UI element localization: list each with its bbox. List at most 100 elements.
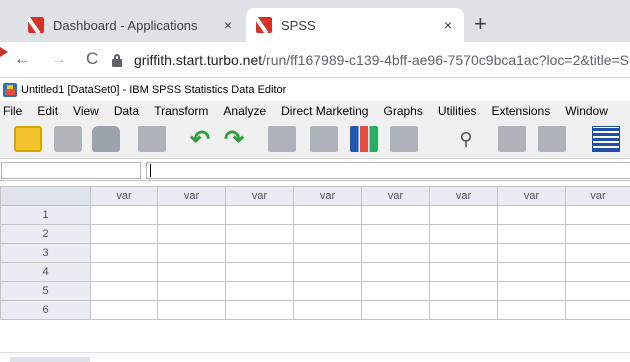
data-cell[interactable] (429, 243, 498, 263)
column-header[interactable]: var (293, 186, 362, 206)
table-row: 3 (0, 243, 630, 263)
variables-icon[interactable] (350, 126, 378, 152)
close-icon[interactable]: × (220, 17, 236, 33)
menu-data[interactable]: Data (114, 104, 139, 118)
data-cell[interactable] (429, 281, 498, 301)
data-cell[interactable] (497, 300, 566, 320)
data-cell[interactable] (565, 300, 630, 320)
data-cell[interactable] (293, 262, 362, 282)
data-cell[interactable] (361, 243, 430, 263)
data-cell[interactable] (90, 300, 158, 320)
menu-direct-marketing[interactable]: Direct Marketing (281, 104, 368, 118)
value-labels-icon[interactable] (592, 126, 620, 152)
menu-transform[interactable]: Transform (154, 104, 208, 118)
data-cell[interactable] (293, 243, 362, 263)
data-cell[interactable] (497, 224, 566, 244)
menu-graphs[interactable]: Graphs (383, 104, 422, 118)
data-cell[interactable] (157, 281, 226, 301)
row-number[interactable]: 6 (0, 300, 91, 320)
column-header[interactable]: var (497, 186, 566, 206)
data-cell[interactable] (157, 243, 226, 263)
data-cell[interactable] (497, 262, 566, 282)
data-cell[interactable] (361, 281, 430, 301)
data-cell[interactable] (429, 224, 498, 244)
column-header[interactable]: var (90, 186, 158, 206)
column-header[interactable]: var (565, 186, 630, 206)
forward-arrow-icon[interactable]: → (50, 49, 67, 69)
tab-dashboard-applications[interactable]: Dashboard - Applications × (18, 8, 244, 42)
new-tab-button[interactable]: + (474, 13, 487, 35)
dialog-recall-icon[interactable] (138, 126, 166, 152)
go-to-variable-icon[interactable] (310, 126, 338, 152)
data-cell[interactable] (429, 300, 498, 320)
data-cell[interactable] (565, 281, 630, 301)
data-cell[interactable] (361, 300, 430, 320)
data-cell[interactable] (497, 205, 566, 225)
data-cell[interactable] (225, 262, 294, 282)
data-cell[interactable] (293, 300, 362, 320)
data-cell[interactable] (565, 262, 630, 282)
data-cell[interactable] (90, 281, 158, 301)
data-cell[interactable] (157, 300, 226, 320)
row-number[interactable]: 5 (0, 281, 91, 301)
menu-file[interactable]: File (3, 104, 22, 118)
open-folder-icon[interactable] (14, 126, 42, 152)
data-cell[interactable] (225, 205, 294, 225)
menu-view[interactable]: View (73, 104, 99, 118)
data-cell[interactable] (157, 205, 226, 225)
undo-icon[interactable]: ↶ (186, 126, 214, 153)
go-to-case-icon[interactable] (268, 126, 296, 152)
insert-cases-icon[interactable] (498, 126, 526, 152)
menu-window[interactable]: Window (565, 104, 608, 118)
column-header[interactable]: var (429, 186, 498, 206)
data-cell[interactable] (90, 205, 158, 225)
split-file-icon[interactable] (390, 126, 418, 152)
tab-spss[interactable]: SPSS × (246, 8, 464, 42)
data-cell[interactable] (90, 262, 158, 282)
data-cell[interactable] (565, 243, 630, 263)
insert-variable-icon[interactable] (538, 126, 566, 152)
data-cell[interactable] (361, 224, 430, 244)
row-number[interactable]: 2 (0, 224, 91, 244)
data-cell[interactable] (225, 243, 294, 263)
data-cell[interactable] (429, 205, 498, 225)
cell-reference-field[interactable] (1, 162, 141, 179)
reload-icon[interactable]: C (86, 49, 98, 69)
grid-corner[interactable] (0, 186, 91, 206)
find-icon[interactable]: ⚲ (452, 126, 480, 152)
data-cell[interactable] (157, 262, 226, 282)
data-cell[interactable] (293, 205, 362, 225)
print-icon[interactable] (92, 126, 120, 152)
data-cell[interactable] (565, 205, 630, 225)
data-cell[interactable] (225, 300, 294, 320)
data-cell[interactable] (565, 224, 630, 244)
data-cell[interactable] (90, 224, 158, 244)
menu-analyze[interactable]: Analyze (223, 104, 266, 118)
menu-utilities[interactable]: Utilities (438, 104, 477, 118)
data-cell[interactable] (225, 281, 294, 301)
row-number[interactable]: 4 (0, 262, 91, 282)
row-number[interactable]: 1 (0, 205, 91, 225)
column-header[interactable]: var (157, 186, 226, 206)
data-cell[interactable] (293, 281, 362, 301)
menu-edit[interactable]: Edit (37, 104, 58, 118)
address-bar[interactable]: griffith.start.turbo.net/run/ff167989-c1… (112, 48, 630, 72)
data-cell[interactable] (497, 281, 566, 301)
data-cell[interactable] (225, 224, 294, 244)
data-cell[interactable] (361, 205, 430, 225)
column-header[interactable]: var (361, 186, 430, 206)
row-number[interactable]: 3 (0, 243, 91, 263)
data-cell[interactable] (90, 243, 158, 263)
menu-extensions[interactable]: Extensions (492, 104, 551, 118)
data-cell[interactable] (429, 262, 498, 282)
close-icon[interactable]: × (440, 17, 456, 33)
save-icon[interactable] (54, 126, 82, 152)
back-arrow-icon[interactable]: ← (14, 49, 31, 69)
column-header[interactable]: var (225, 186, 294, 206)
data-cell[interactable] (497, 243, 566, 263)
cell-value-field[interactable] (146, 162, 630, 179)
data-cell[interactable] (361, 262, 430, 282)
redo-icon[interactable]: ↷ (220, 126, 248, 153)
data-cell[interactable] (293, 224, 362, 244)
data-cell[interactable] (157, 224, 226, 244)
